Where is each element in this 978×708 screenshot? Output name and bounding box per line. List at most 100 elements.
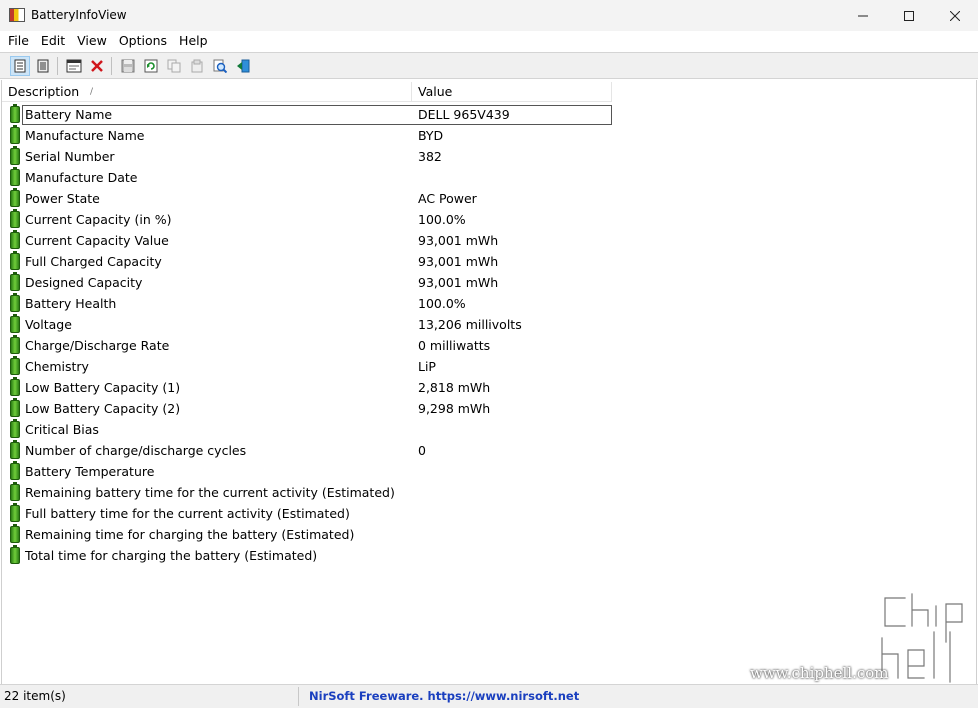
app-icon [9,8,25,22]
battery-icon [10,482,20,501]
row-value: 0 [418,443,426,458]
delete-x-icon [91,60,103,72]
table-row[interactable]: Manufacture Name BYD [2,125,978,146]
battery-icon [10,377,20,396]
table-row[interactable]: Manufacture Date [2,167,978,188]
nirsoft-link[interactable]: NirSoft Freeware. https://www.nirsoft.ne… [309,689,579,703]
table-row[interactable]: Battery Temperature [2,461,978,482]
battery-icon [10,314,20,333]
battery-log-view-icon [37,59,49,73]
row-description: Serial Number [25,149,115,164]
table-row[interactable]: Designed Capacity 93,001 mWh [2,272,978,293]
save-icon [121,59,135,73]
row-description: Current Capacity Value [25,233,169,248]
battery-icon [10,293,20,312]
battery-icon [10,209,20,228]
row-description: Full Charged Capacity [25,254,162,269]
table-row[interactable]: Current Capacity (in %) 100.0% [2,209,978,230]
column-header-value[interactable]: Value [412,82,612,102]
minimize-button[interactable] [840,0,886,31]
table-row[interactable]: Power State AC Power [2,188,978,209]
refresh-button[interactable] [141,56,161,76]
column-header-description[interactable]: Description / [2,82,412,102]
copy-button[interactable] [164,56,184,76]
battery-icon [10,125,20,144]
table-row[interactable]: Current Capacity Value 93,001 mWh [2,230,978,251]
table-row[interactable]: Chemistry LiP [2,356,978,377]
menu-view[interactable]: View [71,31,113,51]
row-description: Low Battery Capacity (2) [25,401,181,416]
row-description: Remaining time for charging the battery … [25,527,355,542]
row-value: 382 [418,149,442,164]
menu-file[interactable]: File [2,31,35,51]
row-value: 2,818 mWh [418,380,491,395]
battery-icon [10,419,20,438]
table-row[interactable]: Low Battery Capacity (2) 9,298 mWh [2,398,978,419]
list-header: Description / Value [2,82,612,102]
sort-ascending-icon: / [90,87,94,97]
menu-options[interactable]: Options [113,31,173,51]
row-value: 100.0% [418,212,466,227]
table-row[interactable]: Full battery time for the current activi… [2,503,978,524]
row-description: Current Capacity (in %) [25,212,172,227]
row-description: Remaining battery time for the current a… [25,485,395,500]
row-value: 93,001 mWh [418,254,499,269]
toolbar-separator [111,57,112,75]
menu-help[interactable]: Help [173,31,214,51]
battery-icon [10,104,20,123]
battery-icon [10,461,20,480]
column-header-value-label: Value [418,84,453,99]
row-description: Power State [25,191,100,206]
table-row[interactable]: Full Charged Capacity 93,001 mWh [2,251,978,272]
row-description: Critical Bias [25,422,99,437]
menu-bar: File Edit View Options Help [0,31,978,51]
table-row[interactable]: Battery Name DELL 965V439 [2,104,978,125]
chiphell-watermark: www.chiphell.com [750,591,974,690]
table-row[interactable]: Charge/Discharge Rate 0 milliwatts [2,335,978,356]
row-value: AC Power [418,191,477,206]
close-button[interactable] [932,0,978,31]
row-description: Full battery time for the current activi… [25,506,350,521]
battery-info-view-icon [14,59,26,73]
column-header-description-label: Description [8,84,80,99]
close-icon [950,10,960,21]
table-row[interactable]: Low Battery Capacity (1) 2,818 mWh [2,377,978,398]
properties-button[interactable] [64,56,84,76]
toolbar-separator [57,57,58,75]
find-icon [213,59,227,73]
table-row[interactable]: Battery Health 100.0% [2,293,978,314]
battery-icon [10,545,20,564]
row-value: 13,206 millivolts [418,317,522,332]
html-report-button[interactable] [187,56,207,76]
maximize-icon [904,10,914,21]
exit-icon [237,59,250,73]
table-row[interactable]: Total time for charging the battery (Est… [2,545,978,566]
table-row[interactable]: Remaining time for charging the battery … [2,524,978,545]
battery-icon [10,503,20,522]
find-button[interactable] [210,56,230,76]
menu-edit[interactable]: Edit [35,31,71,51]
save-button[interactable] [118,56,138,76]
table-row[interactable]: Serial Number 382 [2,146,978,167]
row-description: Battery Name [25,107,113,122]
row-description: Chemistry [25,359,89,374]
battery-log-view-button[interactable] [33,56,53,76]
delete-button[interactable] [87,56,107,76]
maximize-button[interactable] [886,0,932,31]
row-description: Voltage [25,317,72,332]
row-value: BYD [418,128,444,143]
table-row[interactable]: Number of charge/discharge cycles 0 [2,440,978,461]
battery-icon [10,230,20,249]
exit-button[interactable] [233,56,253,76]
battery-info-view-button[interactable] [10,56,30,76]
table-row[interactable]: Remaining battery time for the current a… [2,482,978,503]
table-row[interactable]: Critical Bias [2,419,978,440]
battery-icon [10,188,20,207]
minimize-icon [858,15,868,16]
battery-icon [10,167,20,186]
battery-icon [10,398,20,417]
row-value: 0 milliwatts [418,338,491,353]
table-row[interactable]: Voltage 13,206 millivolts [2,314,978,335]
window-title: BatteryInfoView [31,8,127,22]
status-bar: 22 item(s) NirSoft Freeware. https://www… [0,684,978,708]
